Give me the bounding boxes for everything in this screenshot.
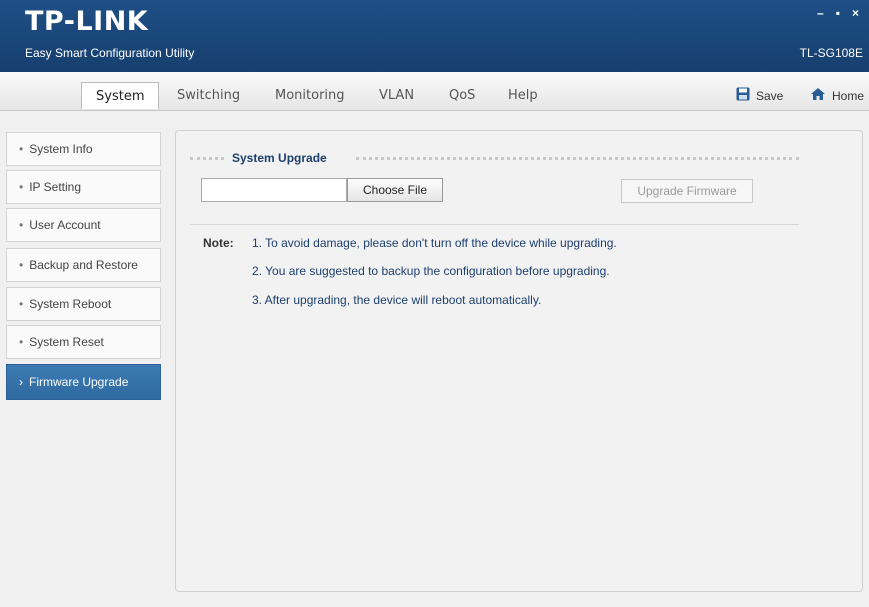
home-icon (810, 87, 826, 104)
divider (190, 224, 799, 225)
home-button[interactable]: Home (810, 87, 864, 104)
sidebar-item-label: User Account (29, 218, 101, 232)
tab-system[interactable]: System (81, 82, 160, 109)
tab-switching[interactable]: Switching (177, 88, 240, 103)
device-model: TL-SG108E (799, 46, 863, 60)
bullet-icon: • (19, 297, 24, 311)
sidebar-item-label: System Reboot (29, 297, 112, 311)
sidebar-item-ip-setting[interactable]: • IP Setting (6, 170, 161, 204)
close-icon[interactable]: × (852, 6, 859, 20)
file-path-input[interactable] (201, 178, 347, 202)
tab-qos[interactable]: QoS (449, 88, 475, 103)
tab-help[interactable]: Help (508, 88, 538, 103)
sidebar-item-label: Firmware Upgrade (29, 375, 129, 389)
bullet-icon: • (19, 258, 24, 272)
bullet-icon: • (19, 218, 24, 232)
chevron-right-icon: › (19, 375, 23, 389)
save-label: Save (756, 88, 784, 103)
save-button[interactable]: Save (736, 87, 783, 104)
note-label: Note: (203, 236, 234, 250)
save-icon (736, 87, 750, 104)
sidebar-item-backup-restore[interactable]: • Backup and Restore (6, 248, 161, 282)
app-subtitle: Easy Smart Configuration Utility (25, 46, 195, 60)
sidebar-item-label: Backup and Restore (29, 258, 138, 272)
tab-vlan[interactable]: VLAN (379, 88, 414, 103)
note-line: 2. You are suggested to backup the confi… (252, 264, 610, 278)
sidebar-item-label: System Reset (29, 335, 104, 349)
content-panel: System Upgrade Choose File Upgrade Firmw… (175, 130, 863, 592)
sidebar-item-system-reboot[interactable]: • System Reboot (6, 287, 161, 321)
divider-dots (190, 157, 224, 160)
app-header: TP-LINK Easy Smart Configuration Utility… (0, 0, 869, 72)
bullet-icon: • (19, 335, 24, 349)
choose-file-button[interactable]: Choose File (347, 178, 443, 202)
sidebar-item-label: IP Setting (29, 180, 82, 194)
upgrade-firmware-button[interactable]: Upgrade Firmware (621, 179, 753, 203)
window-controls: – ▪ × (817, 6, 859, 20)
sidebar-item-system-info[interactable]: • System Info (6, 132, 161, 166)
divider-dots (356, 157, 799, 160)
tab-monitoring[interactable]: Monitoring (275, 88, 345, 103)
main-nav: System Switching Monitoring VLAN QoS Hel… (0, 72, 869, 111)
bullet-icon: • (19, 180, 24, 194)
bullet-icon: • (19, 142, 24, 156)
note-line: 1. To avoid damage, please don't turn of… (252, 236, 617, 250)
note-line: 3. After upgrading, the device will rebo… (252, 293, 542, 307)
sidebar-item-firmware-upgrade[interactable]: › Firmware Upgrade (6, 364, 161, 400)
maximize-icon[interactable]: ▪ (836, 6, 840, 20)
home-label: Home (832, 88, 865, 103)
tp-link-logo: TP-LINK (25, 6, 149, 37)
sidebar-item-user-account[interactable]: • User Account (6, 208, 161, 242)
sidebar-item-label: System Info (29, 142, 93, 156)
minimize-icon[interactable]: – (817, 6, 824, 20)
sidebar-item-system-reset[interactable]: • System Reset (6, 325, 161, 359)
section-title: System Upgrade (232, 151, 327, 165)
